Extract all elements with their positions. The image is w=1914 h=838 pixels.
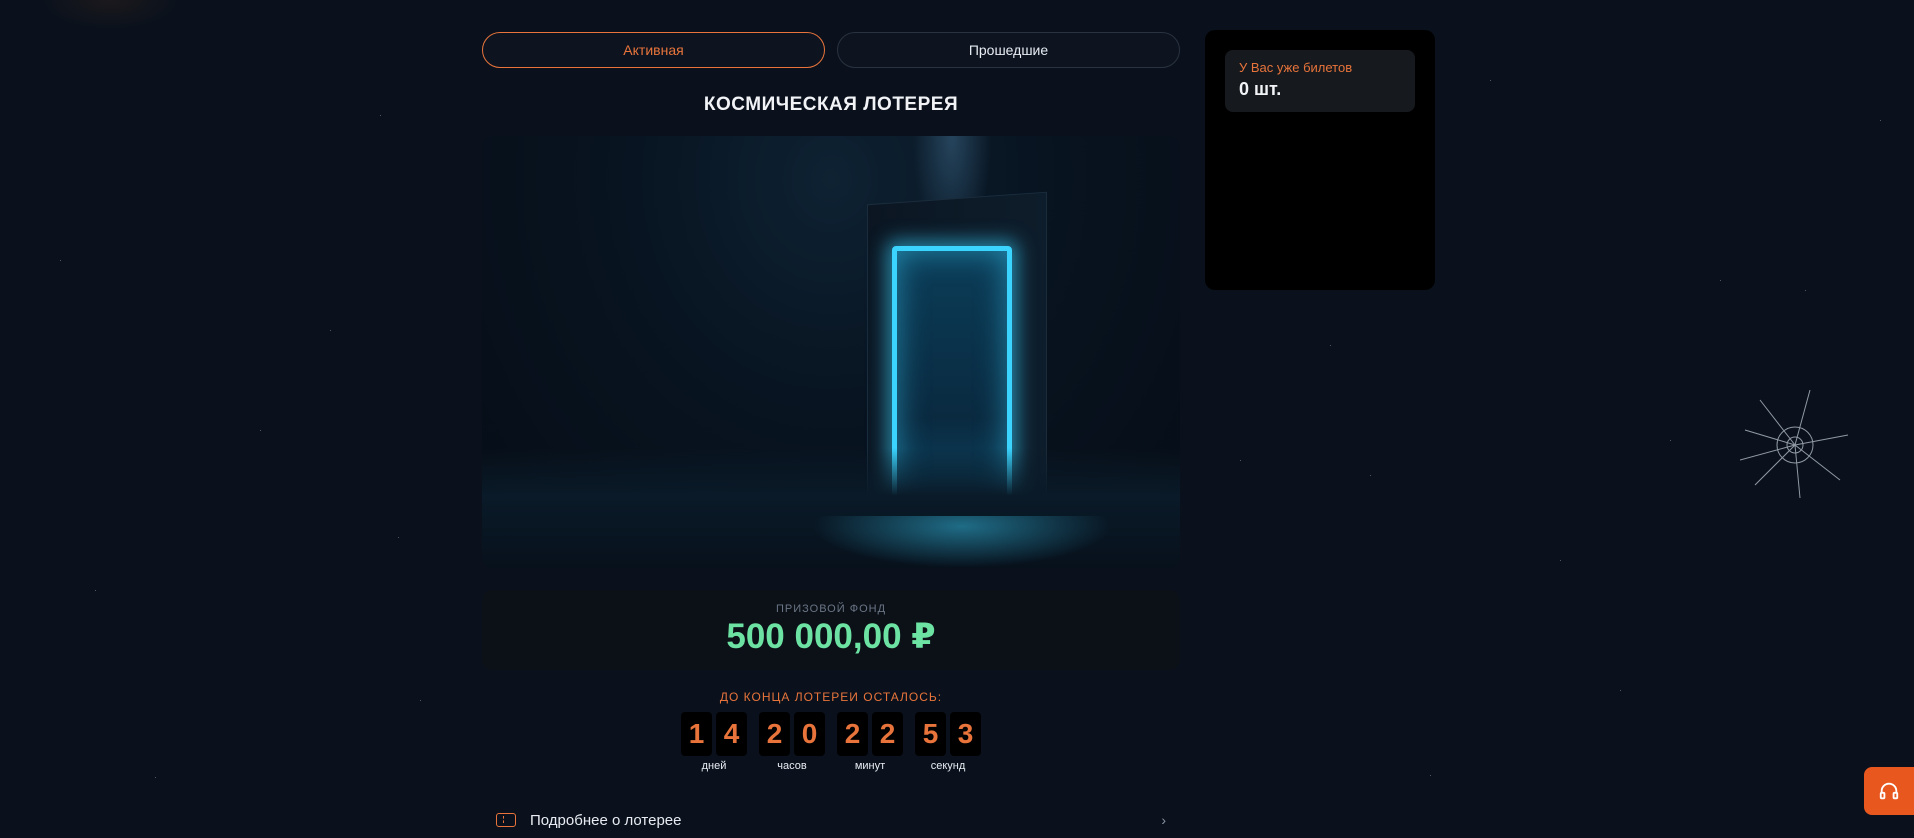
prize-pool-card: ПРИЗОВОЙ ФОНД 500 000,00 ₽ [482, 590, 1180, 670]
lottery-tabs: Активная Прошедшие [482, 32, 1180, 68]
details-label: Подробнее о лотерее [530, 811, 682, 829]
countdown-seconds: 5 3 секунд [915, 712, 981, 772]
countdown-minutes-label: минут [854, 760, 886, 772]
portal-light [812, 516, 1112, 568]
headset-icon [1879, 782, 1899, 800]
countdown-digit: 1 [681, 712, 712, 756]
tickets-label: У Вас уже билетов [1239, 60, 1353, 75]
countdown-digit: 2 [837, 712, 868, 756]
countdown-digit: 2 [872, 712, 903, 756]
prize-pool-value: 500 000,00 ₽ [726, 617, 936, 656]
corner-glow [40, 0, 180, 30]
countdown-minutes: 2 2 минут [837, 712, 903, 772]
countdown-days: 1 4 дней [681, 712, 747, 772]
countdown-digit: 0 [794, 712, 825, 756]
support-button[interactable] [1864, 767, 1914, 815]
countdown-days-label: дней [701, 760, 727, 772]
lottery-title: КОСМИЧЕСКАЯ ЛОТЕРЕЯ [703, 94, 959, 115]
countdown-digit: 3 [950, 712, 981, 756]
countdown-digit: 2 [759, 712, 790, 756]
countdown-hours: 2 0 часов [759, 712, 825, 772]
lottery-hero-image [482, 136, 1180, 568]
countdown-digit: 5 [915, 712, 946, 756]
glass-crack-decoration [1740, 390, 1849, 499]
countdown-digit: 4 [716, 712, 747, 756]
tab-past[interactable]: Прошедшие [837, 32, 1180, 68]
countdown-seconds-label: секунд [930, 760, 966, 772]
lottery-details-link[interactable]: Подробнее о лотерее › [482, 800, 1180, 838]
prize-pool-label: ПРИЗОВОЙ ФОНД [775, 603, 887, 615]
tickets-count: 0 шт. [1239, 79, 1282, 99]
tickets-card: У Вас уже билетов 0 шт. [1225, 50, 1415, 112]
lottery-main: Активная Прошедшие КОСМИЧЕСКАЯ ЛОТЕРЕЯ П… [482, 32, 1180, 838]
ticket-icon [496, 813, 516, 827]
tab-active[interactable]: Активная [482, 32, 825, 68]
countdown-title: ДО КОНЦА ЛОТЕРЕИ ОСТАЛОСЬ: [719, 690, 943, 704]
countdown-hours-label: часов [777, 760, 807, 772]
user-tickets-panel: У Вас уже билетов 0 шт. [1205, 30, 1435, 290]
chevron-right-icon: › [1161, 812, 1166, 828]
countdown-timer: 1 4 дней 2 0 часов 2 2 минут 5 3 секунд [482, 712, 1180, 772]
